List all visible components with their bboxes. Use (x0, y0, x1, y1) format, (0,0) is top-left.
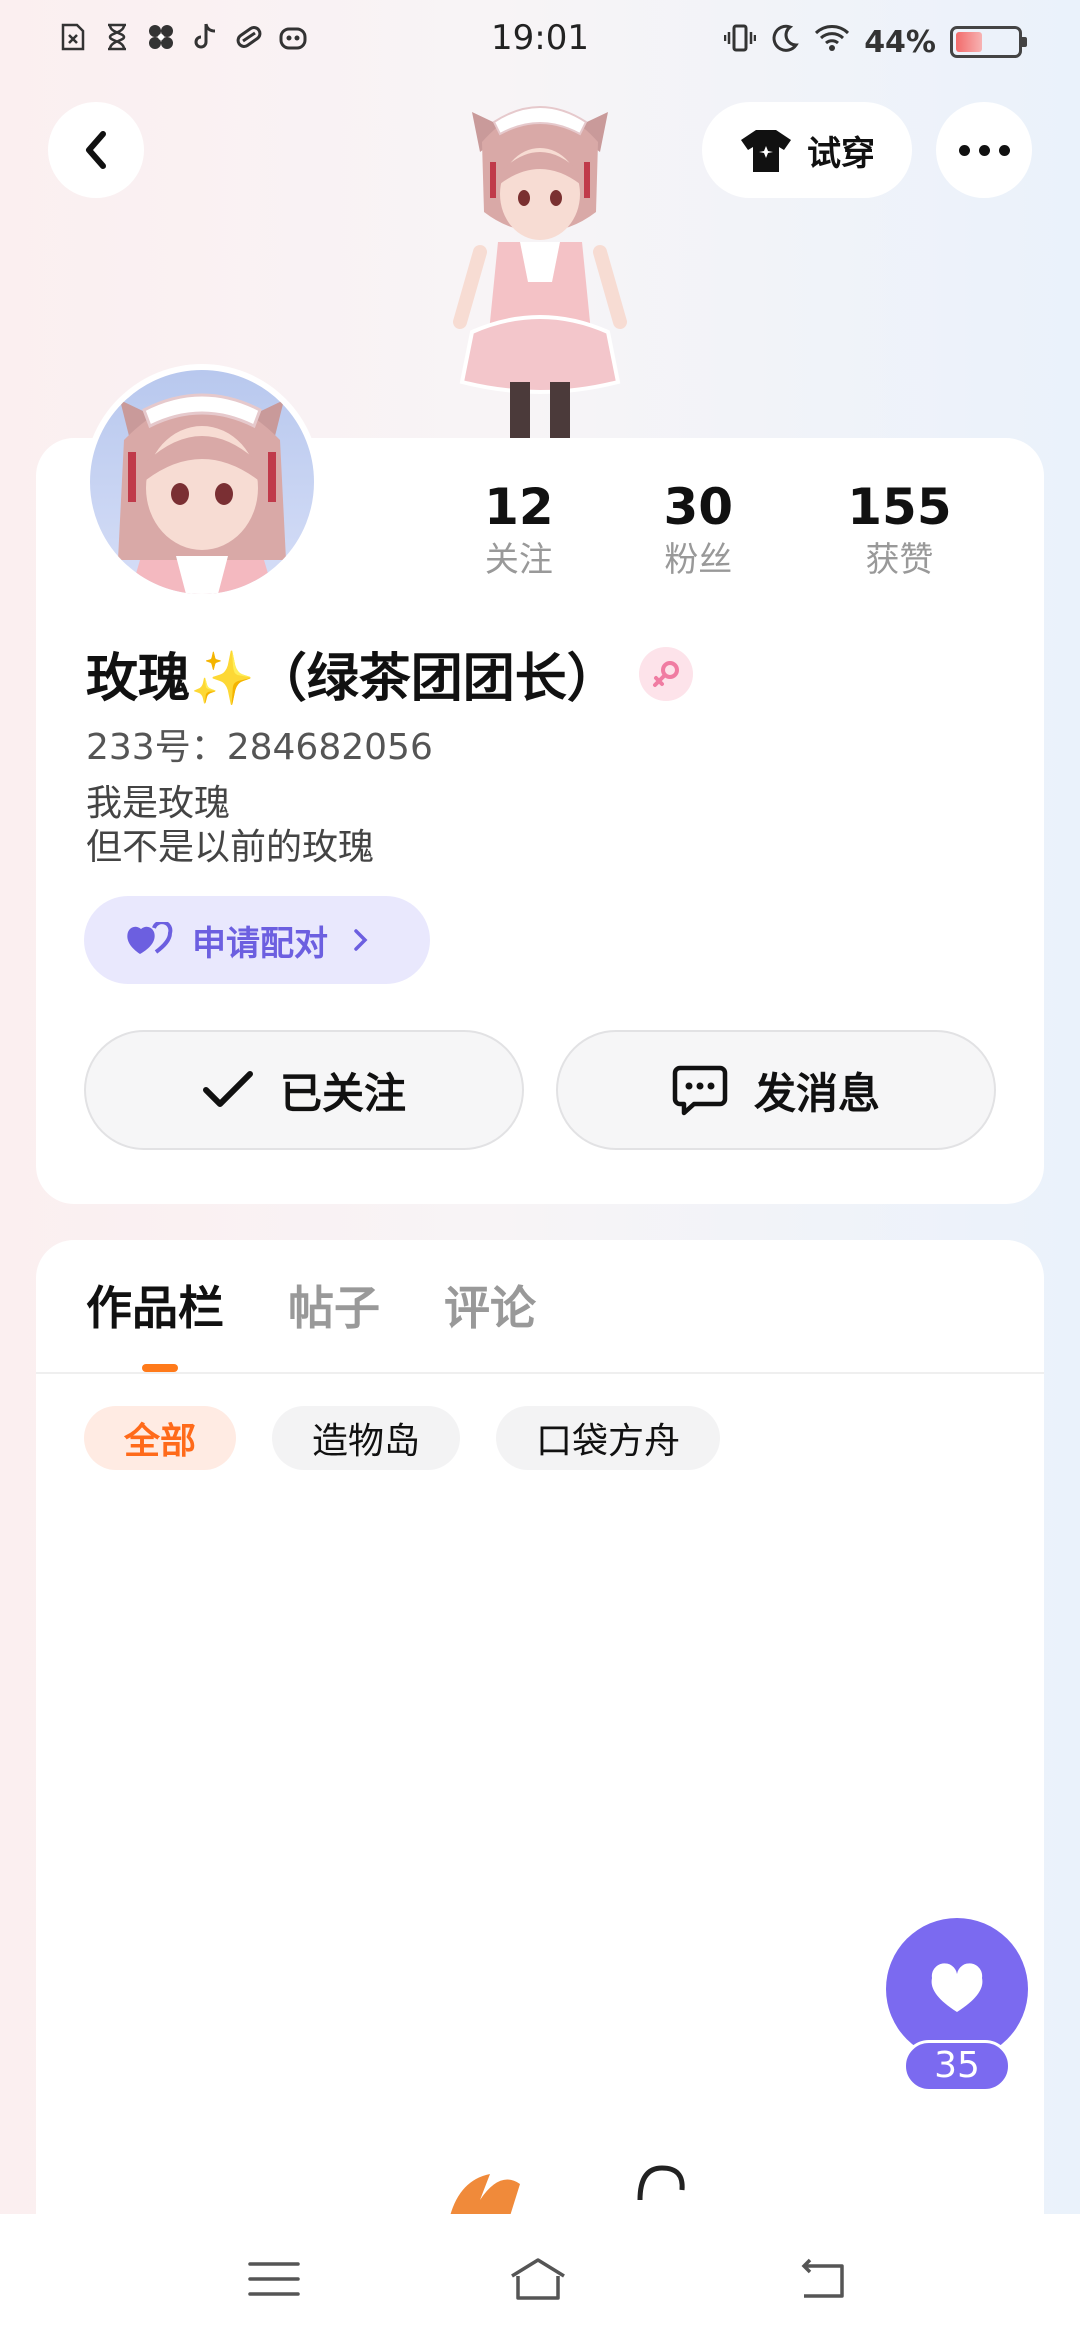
chip-all[interactable]: 全部 (84, 1406, 237, 1470)
stat-following[interactable]: 12 关注 (440, 476, 598, 582)
stat-followers-value: 30 (663, 478, 734, 536)
back-nav-icon[interactable] (792, 2254, 852, 2304)
profile-bio: 我是玫瑰 但不是以前的玫瑰 (86, 782, 374, 870)
tab-works[interactable]: 作品栏 (86, 1272, 224, 1338)
character-banner-image (453, 106, 627, 442)
like-count: 35 (903, 2040, 1011, 2092)
battery-icon (950, 26, 1027, 58)
stat-following-value: 12 (484, 478, 554, 536)
battery-fill (956, 32, 982, 52)
following-label: 已关注 (279, 1068, 406, 1118)
status-bar: 19:01 44% (0, 0, 1080, 80)
more-options-button[interactable] (936, 102, 1032, 198)
apply-pair-button[interactable]: 申请配对 (84, 896, 430, 984)
profile-name: 玫瑰✨（绿茶团团长） (86, 649, 619, 709)
vibrate-icon (723, 22, 757, 62)
send-message-label: 发消息 (753, 1068, 880, 1118)
tshirt-icon (741, 130, 791, 172)
menu-icon[interactable] (244, 2254, 304, 2304)
avatar[interactable] (84, 364, 320, 600)
tab-divider (36, 1372, 1044, 1374)
stat-followers[interactable]: 30 粉丝 (598, 476, 799, 582)
tryon-label: 试穿 (807, 133, 875, 174)
tab-comments[interactable]: 评论 (444, 1272, 536, 1338)
active-tab-indicator (142, 1364, 178, 1372)
battery-text: 44% (864, 24, 936, 60)
profile-stats: 12 关注 30 粉丝 155 获赞 (440, 476, 1000, 582)
more-dots-icon (958, 144, 1010, 156)
stat-likes[interactable]: 155 获赞 (799, 476, 1000, 582)
chevron-right-icon (354, 929, 368, 951)
name-row: 玫瑰✨（绿茶团团长） (86, 636, 693, 711)
chat-bubble-icon (672, 1065, 728, 1116)
following-button[interactable]: 已关注 (84, 1030, 524, 1150)
stat-following-label: 关注 (484, 540, 553, 580)
content-preview-image (450, 2165, 685, 2216)
wifi-icon (814, 23, 850, 61)
user-id: 233号：284682056 (86, 727, 433, 768)
chip-pocket-ark[interactable]: 口袋方舟 (496, 1406, 721, 1470)
apply-pair-label: 申请配对 (192, 923, 328, 964)
back-button[interactable] (48, 102, 144, 198)
home-icon[interactable] (508, 2254, 568, 2304)
like-button[interactable] (886, 1918, 1028, 2060)
content-tabs: 作品栏 帖子 评论 (86, 1272, 536, 1338)
stat-followers-label: 粉丝 (664, 540, 733, 580)
female-gender-icon (638, 646, 693, 701)
double-heart-icon (127, 922, 173, 954)
stat-likes-label: 获赞 (865, 540, 934, 580)
bio-line: 我是玫瑰 (86, 783, 231, 824)
chevron-left-icon (86, 131, 106, 169)
send-message-button[interactable]: 发消息 (556, 1030, 996, 1150)
tryon-button[interactable]: 试穿 (702, 102, 912, 198)
heart-icon (931, 1963, 983, 2012)
bio-line: 但不是以前的玫瑰 (86, 827, 375, 868)
moon-icon (770, 23, 800, 61)
tab-posts[interactable]: 帖子 (288, 1272, 380, 1338)
status-right-icons: 44% (723, 22, 1027, 62)
chip-creation-island[interactable]: 造物岛 (272, 1406, 461, 1470)
check-icon (202, 1071, 253, 1107)
stat-likes-value: 155 (847, 478, 952, 536)
system-nav-bar (0, 2214, 1080, 2340)
filter-chips: 全部 造物岛 口袋方舟 (84, 1406, 721, 1470)
